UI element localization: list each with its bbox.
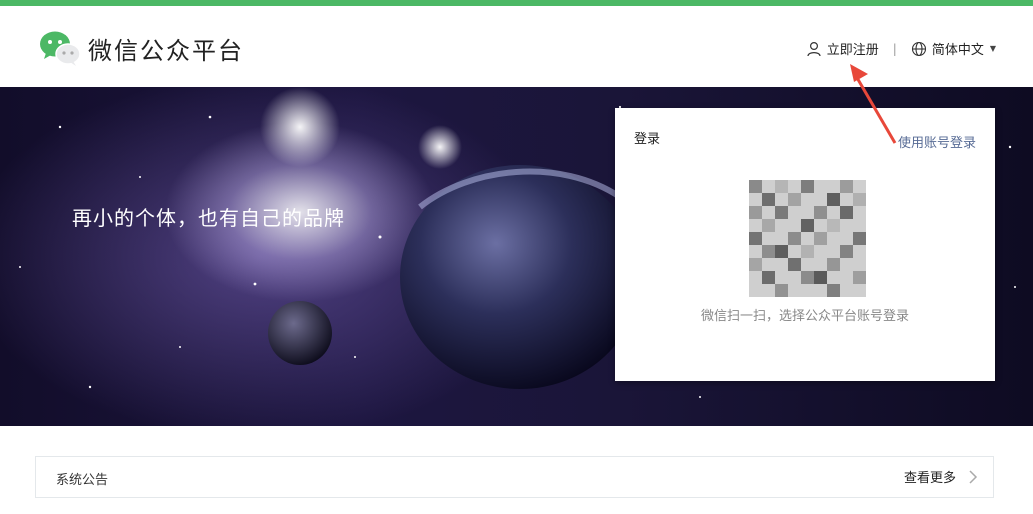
register-link[interactable]: 立即注册 [806, 39, 879, 58]
header-nav: 立即注册 | 简体中文 ▼ [806, 39, 996, 58]
language-label: 简体中文 [931, 43, 984, 58]
caret-down-icon: ▼ [989, 44, 996, 53]
login-title: 登录 [634, 132, 661, 147]
register-label: 立即注册 [826, 43, 879, 58]
notice-more-link[interactable]: 查看更多 [904, 467, 978, 486]
system-notice-bar: 系统公告 查看更多 [35, 456, 994, 498]
brand-title: 微信公众平台 [88, 36, 244, 65]
notice-title: 系统公告 [56, 473, 109, 488]
login-card: 登录 使用账号登录 微信扫一扫，选择公众平台账号登录 [615, 108, 995, 381]
login-qr-code [749, 180, 866, 297]
user-icon [807, 41, 821, 56]
hero-slogan: 再小的个体，也有自己的品牌 [72, 206, 345, 230]
chevron-right-icon [969, 469, 978, 484]
logo[interactable]: 微信公众平台 [38, 28, 244, 68]
globe-icon [911, 41, 926, 56]
qr-login-tip: 微信扫一扫，选择公众平台账号登录 [700, 309, 909, 324]
nav-separator: | [892, 41, 897, 56]
wechat-logo-icon [38, 28, 82, 68]
account-login-link[interactable]: 使用账号登录 [898, 132, 976, 151]
notice-more-label: 查看更多 [903, 471, 956, 486]
annotation-arrow-icon [850, 64, 897, 144]
language-selector[interactable]: 简体中文 ▼ [911, 39, 996, 58]
